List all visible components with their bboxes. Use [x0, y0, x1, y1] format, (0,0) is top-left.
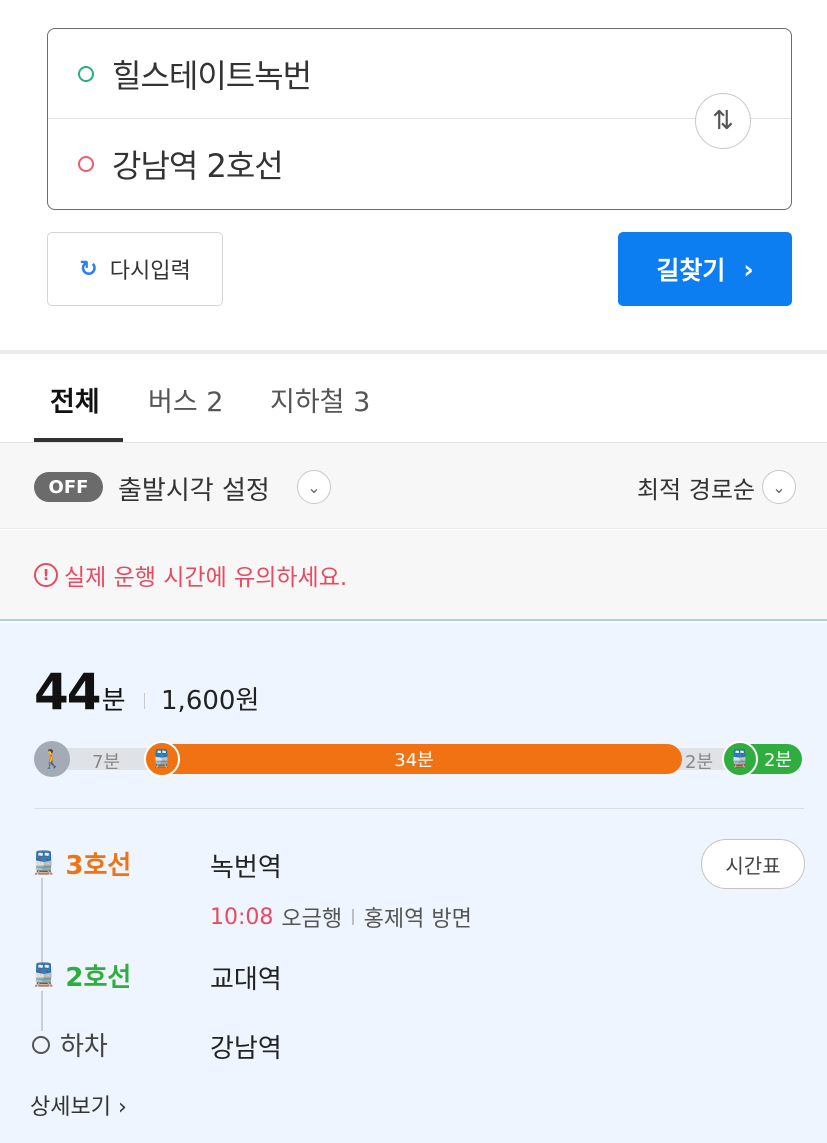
duration-unit: 분	[101, 686, 126, 716]
timetable-button[interactable]: 시간표	[701, 839, 805, 889]
step-alight: 하차	[30, 1026, 108, 1063]
swap-vertical-icon: ⇅	[712, 106, 734, 136]
options-bar: OFF 출발시각 설정 ⌄ 최적 경로순 ⌄	[0, 443, 827, 529]
swap-button[interactable]: ⇅	[695, 93, 751, 149]
origin-text: 힐스테이트녹번	[112, 56, 312, 95]
alight-icon	[32, 1035, 50, 1054]
destination-text: 강남역 2호선	[112, 147, 284, 185]
train-destination: 오금행	[281, 907, 343, 932]
line-name: 3호선	[65, 851, 132, 881]
route-card[interactable]: 44 분 1,600원 🚶 7분 34분 🚆 2분 2분 🚆 🚆 3호선 녹번역…	[0, 623, 827, 1143]
reset-button[interactable]: ↻ 다시입력	[47, 232, 223, 306]
fare: 1,600원	[161, 686, 260, 716]
station-name: 강남역	[210, 1034, 282, 1064]
chevron-down-icon[interactable]: ⌄	[762, 470, 796, 504]
line3-segment: 34분	[146, 744, 682, 774]
line3-duration: 34분	[394, 750, 434, 771]
refresh-icon: ↻	[79, 256, 98, 282]
route-search-box: 힐스테이트녹번 강남역 2호선 ⇅	[47, 28, 792, 210]
line-name: 2호선	[65, 963, 132, 993]
station-name: 교대역	[210, 965, 282, 995]
line2-duration: 2분	[763, 750, 792, 771]
departure-time-toggle[interactable]: OFF	[34, 472, 103, 502]
chevron-right-icon: ›	[743, 254, 754, 284]
sort-label[interactable]: 최적 경로순	[637, 470, 755, 505]
walk-icon: 🚶	[34, 741, 70, 777]
station-name: 녹번역	[210, 853, 282, 883]
tab-bus[interactable]: 버스 2	[148, 380, 223, 419]
subway-icon: 🚆	[722, 741, 758, 777]
route-summary: 44 분 1,600원	[34, 663, 259, 721]
alight-label: 하차	[60, 1032, 108, 1062]
departure-time: 10:08	[210, 904, 274, 930]
tab-subway[interactable]: 지하철 3	[270, 380, 370, 419]
origin-pin-icon	[78, 65, 94, 82]
departure-info: 10:08 오금행 홍제역 방면	[210, 901, 472, 933]
warning-icon: !	[34, 562, 58, 587]
step-line3: 🚆 3호선	[30, 845, 131, 882]
destination-field[interactable]: 강남역 2호선	[48, 119, 791, 209]
train-direction: 홍제역 방면	[363, 907, 472, 932]
card-divider	[34, 808, 804, 809]
step-line2: 🚆 2호선	[30, 957, 131, 994]
tab-all[interactable]: 전체	[50, 380, 100, 419]
departure-time-label[interactable]: 출발시각 설정	[118, 470, 270, 507]
route-connector-line	[41, 878, 43, 968]
separator	[143, 693, 146, 709]
detail-link[interactable]: 상세보기 ›	[30, 1089, 127, 1121]
find-route-label: 길찾기	[656, 256, 726, 285]
route-timeline: 🚶 7분 34분 🚆 2분 2분 🚆	[34, 741, 802, 777]
walk-duration: 7분	[92, 752, 121, 773]
subway-icon: 🚆	[30, 963, 58, 988]
reset-label: 다시입력	[109, 259, 191, 284]
notice-banner: ! 실제 운행 시간에 유의하세요.	[0, 530, 827, 621]
notice-text: 실제 운행 시간에 유의하세요.	[64, 564, 348, 591]
active-tab-indicator	[34, 438, 123, 442]
subway-icon: 🚆	[30, 851, 58, 876]
duration-value: 44	[34, 663, 102, 721]
destination-pin-icon	[78, 156, 94, 172]
subway-icon: 🚆	[144, 741, 180, 777]
route-type-tabs: 전체 버스 2 지하철 3	[0, 354, 827, 443]
find-route-button[interactable]: 길찾기 ›	[618, 232, 792, 306]
route-connector-line	[41, 991, 43, 1031]
transfer-duration: 2분	[685, 752, 714, 773]
separator	[352, 909, 354, 925]
origin-field[interactable]: 힐스테이트녹번	[48, 29, 791, 119]
chevron-down-icon[interactable]: ⌄	[297, 470, 331, 504]
